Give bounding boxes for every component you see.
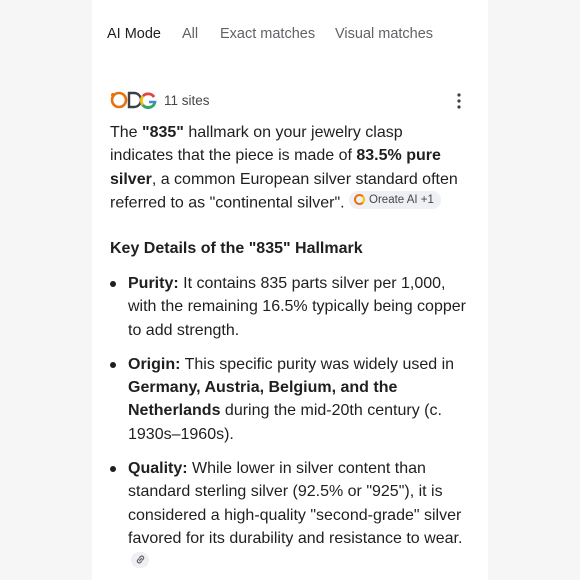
source-favicons — [110, 88, 160, 112]
citation-label: Oreate AI +1 — [369, 193, 434, 206]
list-item: Origin: This specific purity was widely … — [110, 353, 470, 446]
tab-ai-mode[interactable]: AI Mode — [107, 26, 161, 42]
sources-row[interactable]: 11 sites — [110, 88, 210, 112]
bullet-text: This specific purity was widely used in — [180, 355, 455, 373]
section-heading: Key Details of the "835" Hallmark — [110, 240, 363, 257]
bullet-label: Quality: — [128, 460, 188, 478]
bullet-label: Purity: — [128, 275, 179, 292]
bullet-dot — [110, 466, 116, 473]
answer-text: The — [110, 124, 143, 141]
bullet-label: Origin: — [128, 355, 181, 373]
bullet-text: It contains 835 parts silver per 1,000, … — [128, 275, 466, 339]
link-icon[interactable] — [131, 551, 149, 568]
source-favicons-icon — [110, 91, 157, 110]
tab-all[interactable]: All — [182, 26, 198, 42]
bullet-dot — [110, 281, 116, 287]
answer-paragraph: The "835" hallmark on your jewelry clasp… — [110, 121, 470, 215]
tab-exact-matches[interactable]: Exact matches — [220, 26, 315, 42]
oreate-favicon-icon — [354, 194, 366, 206]
list-item: Quality: While lower in silver content t… — [110, 457, 470, 573]
more-options-icon[interactable] — [452, 92, 466, 110]
sites-count: 11 sites — [164, 92, 210, 108]
answer-bold-hallmark: "835" — [142, 124, 184, 141]
bullet-dot — [110, 361, 116, 368]
list-item: Purity: It contains 835 parts silver per… — [110, 272, 470, 342]
citation-chip[interactable]: Oreate AI +1 — [349, 190, 441, 209]
key-details-list: Purity: It contains 835 parts silver per… — [110, 272, 470, 580]
tab-visual-matches[interactable]: Visual matches — [335, 26, 433, 42]
